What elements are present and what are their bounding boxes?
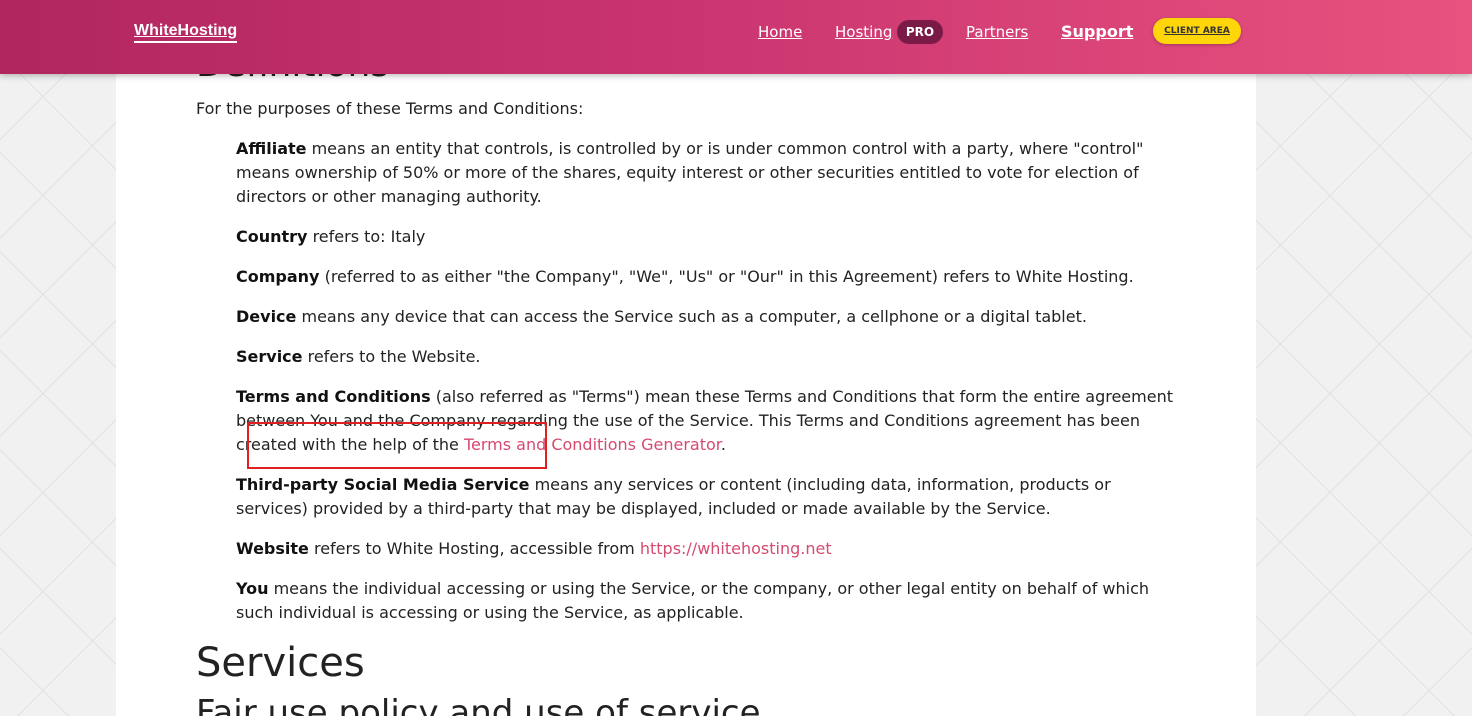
services-heading: Services <box>196 640 365 686</box>
definition-third-party: Third-party Social Media Service means a… <box>236 475 1111 518</box>
nav-support[interactable]: Support <box>1061 0 1133 64</box>
nav-partners[interactable]: Partners <box>966 0 1028 64</box>
definition-service: Service refers to the Website. <box>236 347 481 366</box>
definition-country: Country refers to: Italy <box>236 227 426 246</box>
terms-generator-link[interactable]: Terms and Conditions Generator <box>464 435 721 454</box>
definition-device: Device means any device that can access … <box>236 307 1087 326</box>
top-navbar: WhiteHosting Home Hosting PRO Partners S… <box>0 0 1472 74</box>
definition-affiliate: Affiliate means an entity that controls,… <box>236 139 1144 206</box>
fair-use-heading: Fair use policy and use of service <box>196 693 761 716</box>
main-content: Definitions For the purposes of these Te… <box>116 0 1256 716</box>
nav-home[interactable]: Home <box>758 0 802 64</box>
website-url-link[interactable]: https://whitehosting.net <box>640 539 832 558</box>
definitions-list: Affiliate means an entity that controls,… <box>236 137 1186 641</box>
definition-website: Website refers to White Hosting, accessi… <box>236 539 832 558</box>
definition-terms: Terms and Conditions (also referred as "… <box>236 387 1173 454</box>
definition-you: You means the individual accessing or us… <box>236 579 1150 622</box>
pro-badge[interactable]: PRO <box>897 20 943 44</box>
definitions-intro: For the purposes of these Terms and Cond… <box>196 99 584 118</box>
nav-hosting[interactable]: Hosting <box>835 0 892 64</box>
site-logo[interactable]: WhiteHosting <box>134 22 238 43</box>
definition-company: Company (referred to as either "the Comp… <box>236 267 1134 286</box>
client-area-button[interactable]: CLIENT AREA <box>1153 18 1241 44</box>
